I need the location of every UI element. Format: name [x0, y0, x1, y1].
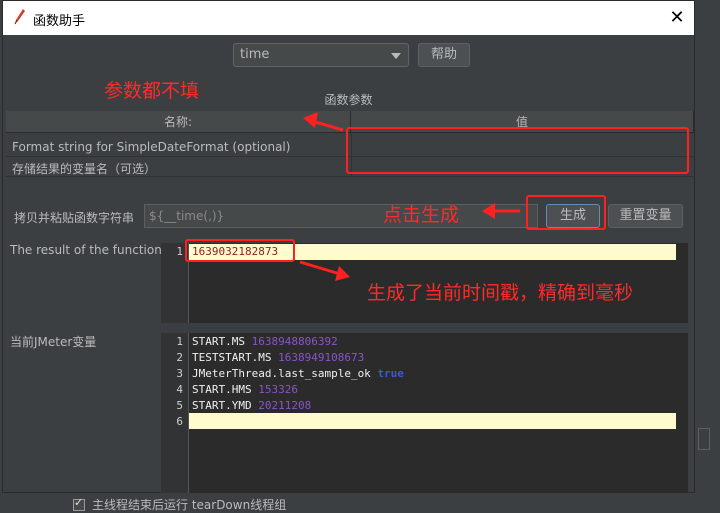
- arrow-icon: [482, 203, 495, 219]
- arrow-icon: [299, 260, 341, 276]
- arrow-icon: [335, 266, 350, 281]
- arrow-icon: [311, 119, 344, 132]
- arrow-icon: [303, 112, 318, 128]
- annotation-arrows: [299, 112, 520, 281]
